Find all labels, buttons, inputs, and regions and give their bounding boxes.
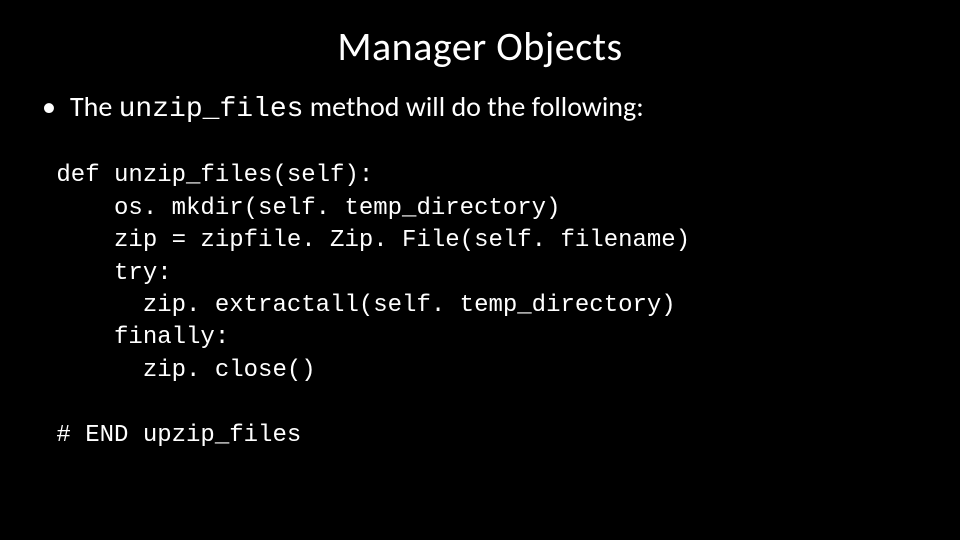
code-block: def unzip_files(self): os. mkdir(self. t… [42, 160, 960, 452]
bullet-text-pre: The [70, 89, 119, 124]
slide-title: Manager Objects [0, 0, 960, 89]
bullet-item: The unzip_files method will do the follo… [42, 89, 960, 128]
bullet-text-post: method will do the following: [303, 89, 643, 124]
bullet-inline-code: unzip_files [119, 94, 304, 125]
slide: Manager Objects The unzip_files method w… [0, 0, 960, 540]
bullet-list: The unzip_files method will do the follo… [0, 89, 960, 128]
